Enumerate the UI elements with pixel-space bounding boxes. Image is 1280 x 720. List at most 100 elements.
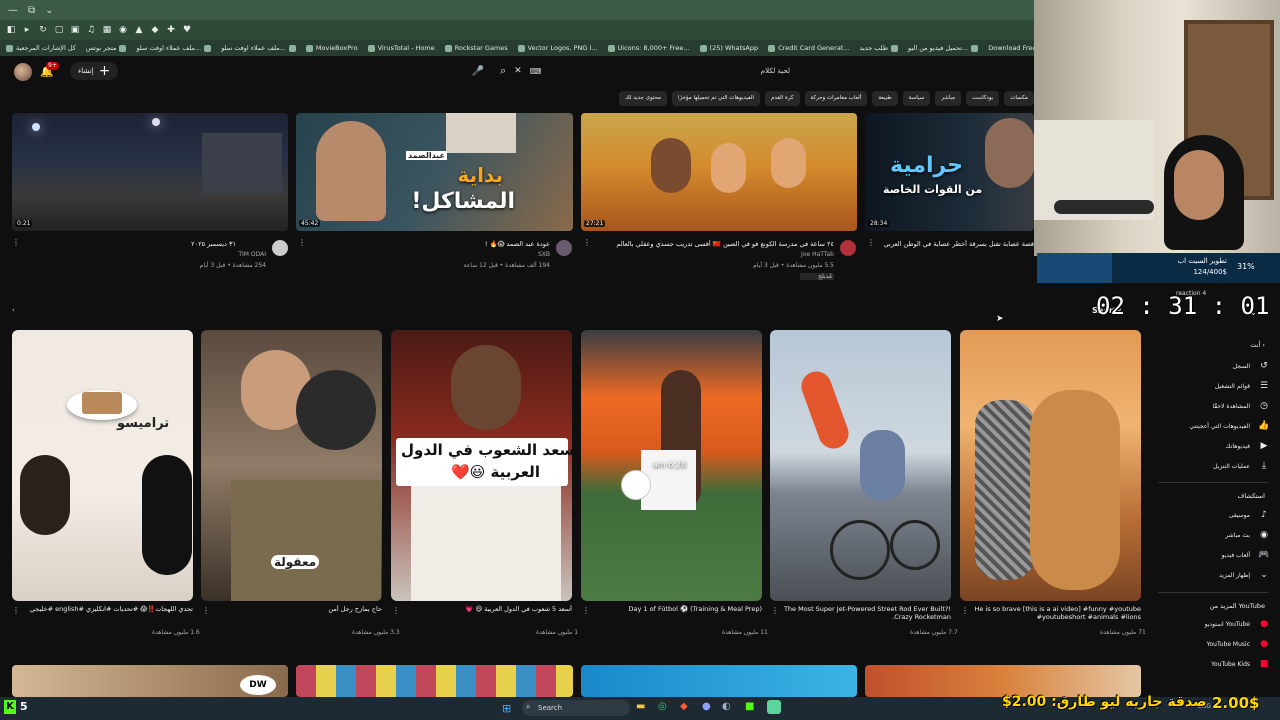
bookmark-item[interactable]: طلب جديد [860, 44, 899, 52]
channel-avatar[interactable] [272, 240, 288, 256]
short-thumbnail[interactable]: أسعد الشعوب في الدول العربية 😃❤️ [391, 330, 572, 601]
channel-avatar[interactable] [840, 240, 856, 256]
video-thumbnail[interactable]: DW [12, 665, 288, 697]
chip[interactable]: سياسة [902, 91, 931, 106]
tab-icon[interactable]: ♥ [182, 25, 192, 35]
sidebar-item-history[interactable]: السجل ↺ [1150, 358, 1270, 374]
sidebar-item-downloads[interactable]: عمليات التنزيل ⤓ [1150, 458, 1270, 474]
video-menu-icon[interactable]: ⋮ [867, 238, 875, 247]
keyboard-icon[interactable]: ⌨ [530, 67, 542, 76]
video-thumbnail[interactable]: عبدالصمد بداية المشاكل! 45:42 [296, 113, 573, 231]
chip[interactable]: مكسات [1004, 91, 1034, 106]
bookmark-item[interactable]: متجر بوتس [86, 44, 127, 52]
short-thumbnail[interactable]: معقولة [201, 330, 382, 601]
back-icon[interactable]: ◧ [6, 25, 16, 35]
chip[interactable]: طبيعة [872, 91, 898, 106]
short-thumbnail[interactable] [960, 330, 1141, 601]
bookmark-item[interactable]: Download Free Vect... [988, 44, 1034, 52]
short-title[interactable]: He is so brave [this is a ai video] #fun… [960, 605, 1141, 621]
tab-icon[interactable]: ▦ [102, 25, 112, 35]
tab-icon[interactable]: ✚ [166, 25, 176, 35]
chip[interactable]: مباشر [935, 91, 962, 106]
sidebar-item-music-app[interactable]: YouTube Music ● [1150, 636, 1270, 652]
refresh-icon[interactable]: ↻ [38, 25, 48, 35]
chip[interactable]: الفيديوهات التي تم تحميلها مؤخرًا [671, 91, 760, 106]
sidebar-item-live[interactable]: بث مباشر ◉ [1150, 527, 1270, 543]
brave-icon[interactable]: ◆ [680, 701, 688, 712]
video-title[interactable]: ٣١ ديسمبر ٢٠٢٥ [30, 240, 236, 248]
bookmark-item[interactable]: كل الإشارات المرجعية [6, 44, 76, 52]
chip[interactable]: كرة القدم [764, 91, 800, 106]
short-thumbnail[interactable]: 6:28 am [581, 330, 762, 601]
bookmark-item[interactable]: Rockstar Games [444, 44, 508, 52]
tab-icon[interactable]: ♫ [86, 25, 96, 35]
bookmark-item[interactable]: Credit Card Generat... [768, 44, 850, 52]
search-icon[interactable]: ⌕ [500, 64, 506, 78]
bookmark-item[interactable]: ملف عملاء اوفت سلو... [136, 44, 212, 52]
short-menu-icon[interactable]: ⋮ [582, 606, 590, 615]
sidebar-item-kids[interactable]: YouTube Kids ■ [1150, 656, 1270, 672]
sidebar-item-liked[interactable]: الفيديوهات التي أعجبتني 👍 [1150, 418, 1270, 434]
video-channel[interactable]: SXB [310, 251, 550, 258]
minimize-icon[interactable]: — [8, 5, 18, 16]
video-thumbnail[interactable] [296, 665, 573, 697]
steam-icon[interactable]: ◐ [722, 701, 731, 712]
sidebar-item-gaming[interactable]: ألعاب فيديو 🎮 [1150, 547, 1270, 563]
video-menu-icon[interactable]: ⋮ [12, 238, 20, 247]
short-title[interactable]: حاج يمازح رجل أمن [201, 605, 382, 621]
bookmark-item[interactable]: MovieBoxPro [305, 44, 358, 52]
tab-icon[interactable]: ▣ [70, 25, 80, 35]
chip[interactable]: بودكاست [966, 91, 1000, 106]
short-title[interactable]: أسعد 5 شعوب في الدول العربية 😃 💗 [391, 605, 572, 621]
bookmark-item[interactable]: (25) WhatsApp [699, 44, 758, 52]
discord-icon[interactable]: ● [702, 701, 711, 712]
short-thumbnail[interactable] [770, 330, 951, 601]
bookmark-item[interactable]: Uicons: 8,000+ Free... [607, 44, 690, 52]
folder-icon[interactable]: ▬ [636, 701, 645, 712]
bookmark-item[interactable]: Vector Logos, PNG I... [517, 44, 598, 52]
tab-icon[interactable]: ◉ [118, 25, 128, 35]
short-title[interactable]: تحدي اللهجات‼️😱 #تحديات #انكليزي #englis… [12, 605, 193, 621]
tab-icon[interactable]: ▲ [134, 25, 144, 35]
short-menu-icon[interactable]: ⋮ [771, 606, 779, 615]
clear-search-icon[interactable]: ✕ [514, 66, 522, 76]
app-icon[interactable] [767, 700, 781, 714]
more-icon[interactable]: ⌄ [45, 5, 53, 16]
video-title[interactable]: ٢٤ ساعة في مدرسة الكونغ فو في الصين 🇨🇳 أ… [596, 240, 834, 248]
video-thumbnail[interactable]: 0:21 [12, 113, 288, 231]
tab-icon[interactable]: ◆ [150, 25, 160, 35]
sidebar-item-music[interactable]: موسيقى ♪ [1150, 507, 1270, 523]
video-menu-icon[interactable]: ⋮ [298, 238, 306, 247]
short-menu-icon[interactable]: ⋮ [202, 606, 210, 615]
video-title[interactable]: قصة عصابة تقتل بسرقة أخطر عصابة في الوطن… [880, 240, 1034, 248]
video-thumbnail[interactable] [865, 665, 1141, 697]
bookmark-item[interactable]: تحميل فيديو من اليو... [908, 44, 979, 52]
sidebar-item-watch-later[interactable]: المشاهدة لاحقًا ◷ [1150, 398, 1270, 414]
short-menu-icon[interactable]: ⋮ [961, 606, 969, 615]
short-title[interactable]: Day 1 of Fútbol ⚽ (Training & Meal Prep) [581, 605, 762, 621]
forward-icon[interactable]: ▸ [22, 25, 32, 35]
video-menu-icon[interactable]: ⋮ [583, 238, 591, 247]
sidebar-show-more[interactable]: إظهار المزيد ⌄ [1150, 567, 1270, 583]
windows-start-icon[interactable]: ⊞ [502, 702, 511, 715]
chevron-down-icon[interactable]: ⌄ [1250, 308, 1257, 317]
short-menu-icon[interactable]: ⋮ [392, 606, 400, 615]
sidebar-item-your-videos[interactable]: فيديوهاتك ▶ [1150, 438, 1270, 454]
voice-search-icon[interactable]: 🎤 [470, 63, 486, 79]
video-channel[interactable]: TIM ODAI [30, 251, 266, 258]
create-button[interactable]: إنشاء + [70, 62, 119, 80]
sidebar-item-studio[interactable]: استوديو YouTube ● [1150, 616, 1270, 632]
search-input[interactable]: ⌕ ✕ ⌨ لحية لكلام [500, 62, 800, 80]
bookmark-item[interactable]: ملف عملاء اوفت سلو... [221, 44, 296, 52]
video-thumbnail[interactable]: حرامية من القوات الخاصة 28:34 [865, 113, 1034, 231]
video-title[interactable]: عودة عبد الصمد 😱🔥 ! [310, 240, 550, 248]
chip[interactable]: محتوى جديد لك [619, 91, 667, 106]
sidebar-item-playlists[interactable]: قوائم التشغيل ☰ [1150, 378, 1270, 394]
short-menu-icon[interactable]: ⋮ [12, 606, 20, 615]
avatar[interactable] [14, 63, 32, 81]
window-icon[interactable]: ⧉ [28, 5, 35, 16]
taskbar-search[interactable]: Search [522, 700, 630, 716]
channel-avatar[interactable] [556, 240, 572, 256]
tab-icon[interactable]: ▢ [54, 25, 64, 35]
video-thumbnail[interactable]: 27:21 [581, 113, 857, 231]
